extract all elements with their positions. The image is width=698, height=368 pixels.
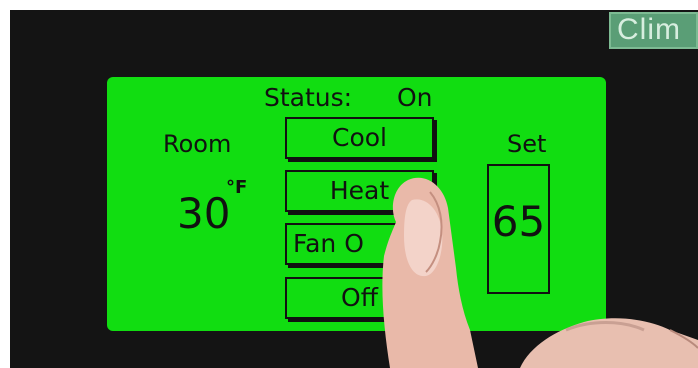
set-label: Set [507,130,547,158]
setpoint-value: 65 [491,197,546,246]
room-temperature-unit: °F [226,177,248,198]
room-label: Room [163,130,232,158]
setpoint-box[interactable]: 65 [487,164,550,294]
thermostat-screen: Status: On Room 30 °F Cool Heat Fan O Of… [107,77,606,331]
fan-on-button[interactable]: Fan O [285,223,434,265]
status-label: Status: [264,83,353,112]
off-button[interactable]: Off [285,277,434,319]
heat-button[interactable]: Heat [285,170,434,212]
brand-logo: Clim [609,12,698,49]
room-temperature: 30 [177,189,231,238]
cool-button[interactable]: Cool [285,117,434,159]
status-value: On [397,83,433,112]
